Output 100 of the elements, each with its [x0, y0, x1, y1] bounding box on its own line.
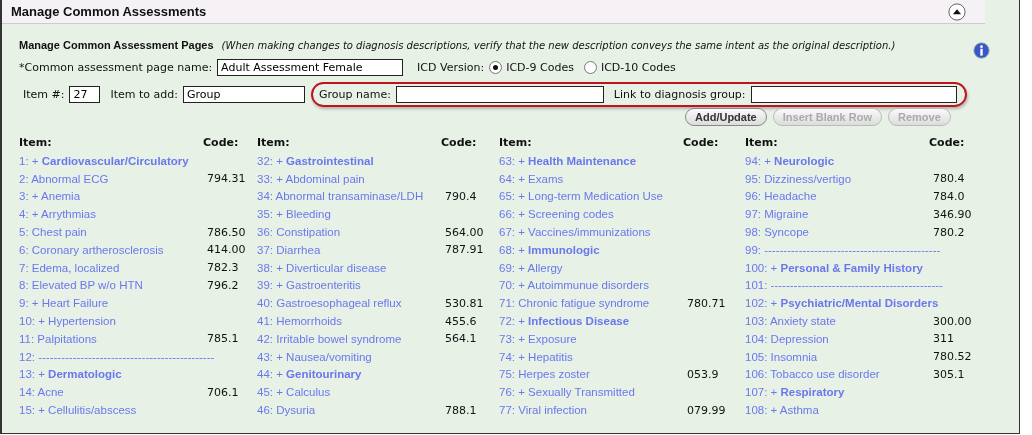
item-link[interactable]: 69: + Allergy: [499, 261, 687, 274]
item-number-field[interactable]: 27: [69, 85, 101, 103]
item-link[interactable]: 15: + Cellulitis/abscess: [19, 404, 207, 417]
info-icon[interactable]: [973, 41, 991, 59]
code-text: 796.2: [207, 278, 239, 292]
radio-button[interactable]: [583, 60, 597, 74]
panel-title: Manage Common Assessments: [11, 4, 207, 19]
item-link[interactable]: 95: Dizziness/vertigo: [745, 172, 933, 185]
link-group-field[interactable]: [750, 85, 957, 103]
item-link[interactable]: 67: + Vaccines/immunizations: [499, 226, 687, 239]
item-link[interactable]: 37: Diarrhea: [257, 243, 445, 256]
code-text: 780.2: [933, 225, 965, 239]
item-link[interactable]: 32: + Gastrointestinal: [257, 154, 445, 167]
item-link[interactable]: 44: + Genitourinary: [257, 368, 445, 381]
item-link[interactable]: 33: + Abdominal pain: [257, 172, 445, 185]
collapse-icon[interactable]: [948, 2, 966, 21]
item-link[interactable]: 103: Anxiety state: [745, 315, 933, 328]
item-link[interactable]: 70: + Autoimmunue disorders: [499, 279, 687, 292]
column-header: Item:: [19, 135, 53, 149]
item-link[interactable]: 63: + Health Maintenance: [499, 154, 687, 167]
radio-button[interactable]: [489, 60, 503, 74]
item-link[interactable]: 64: + Exams: [499, 172, 687, 185]
code-text: 311: [933, 332, 954, 346]
item-link[interactable]: 4: + Arrythmias: [19, 208, 207, 221]
item-link[interactable]: 35: + Bleeding: [257, 208, 445, 221]
item-link[interactable]: 8: Elevated BP w/o HTN: [19, 279, 207, 292]
item-link[interactable]: 65: + Long-term Medication Use: [499, 190, 687, 203]
item-link[interactable]: 45: + Calculus: [257, 386, 445, 399]
item-link[interactable]: 9: + Heart Failure: [19, 297, 207, 310]
item-link[interactable]: 13: + Dermatologic: [19, 368, 207, 381]
column-header: Code:: [203, 135, 239, 149]
column-header: Code:: [441, 135, 477, 149]
code-text: 079.99: [687, 403, 726, 417]
item-link[interactable]: 107: + Respiratory: [745, 386, 933, 399]
item-link[interactable]: 5: Chest pain: [19, 226, 207, 239]
item-link[interactable]: 100: + Personal & Family History: [745, 261, 933, 274]
item-link[interactable]: 10: + Hypertension: [19, 315, 207, 328]
item-link[interactable]: 77: Viral infection: [499, 404, 687, 417]
item-link[interactable]: 99: ----------------------------------------------: [745, 243, 945, 256]
code-text: 564.00: [445, 225, 484, 239]
item-link[interactable]: 1: + Cardiovascular/Circulatory: [19, 154, 207, 167]
code-text: 794.31: [207, 172, 246, 186]
field-label: *Common assessment page name:: [19, 60, 213, 74]
item-link[interactable]: 39: + Gastroenteritis: [257, 279, 445, 292]
page-name-field[interactable]: Adult Assessment Female: [217, 58, 404, 76]
item-link[interactable]: 43: + Nausea/vomiting: [257, 350, 445, 363]
item-link[interactable]: 11: Palpitations: [19, 332, 207, 345]
radio-label: ICD-10 Codes: [600, 60, 676, 74]
group-name-field[interactable]: [395, 85, 604, 103]
item-link[interactable]: 104: Depression: [745, 332, 933, 345]
instruction-note: (When making changes to diagnosis descriptions, verify that the new description conveys the same intent as the original description.): [221, 39, 896, 51]
field-label: Item #:: [23, 87, 65, 101]
item-link[interactable]: 3: + Anemia: [19, 190, 207, 203]
item-link[interactable]: 108: + Asthma: [745, 404, 933, 417]
item-link[interactable]: 75: Herpes zoster: [499, 368, 687, 381]
item-link[interactable]: 98: Syncope: [745, 226, 933, 239]
item-link[interactable]: 68: + Immunologic: [499, 243, 687, 256]
item-link[interactable]: 46: Dysuria: [257, 404, 445, 417]
item-link[interactable]: 96: Headache: [745, 190, 933, 203]
column-header: Item:: [745, 135, 779, 149]
item-link[interactable]: 40: Gastroesophageal reflux: [257, 297, 445, 310]
item-link[interactable]: 102: + Psychiatric/Mental Disorders: [745, 297, 943, 310]
item-link[interactable]: 41: Hemorrhoids: [257, 315, 445, 328]
code-text: 346.90: [933, 207, 972, 221]
code-text: 780.4: [933, 172, 965, 186]
item-link[interactable]: 12: ----------------------------------------------: [19, 350, 219, 363]
item-link[interactable]: 71: Chronic fatigue syndrome: [499, 297, 687, 310]
item-link[interactable]: 42: Irritable bowel syndrome: [257, 332, 445, 345]
item-link[interactable]: 2: Abnormal ECG: [19, 172, 207, 185]
item-link[interactable]: 34: Abnormal transaminase/LDH: [257, 190, 445, 203]
item-link[interactable]: 73: + Exposure: [499, 332, 687, 345]
item-link[interactable]: 76: + Sexually Transmitted: [499, 386, 687, 399]
code-text: 053.9: [687, 367, 719, 381]
column-header: Code:: [929, 135, 965, 149]
code-text: 782.3: [207, 261, 239, 275]
code-text: 790.4: [445, 190, 477, 203]
code-text: 564.1: [445, 332, 477, 346]
item-link[interactable]: 74: + Hepatitis: [499, 350, 687, 363]
code-text: 784.0: [933, 190, 965, 203]
item-link[interactable]: 38: + Diverticular disease: [257, 261, 445, 274]
code-text: 785.1: [207, 332, 239, 346]
item-link[interactable]: 6: Coronary artherosclerosis: [19, 243, 207, 256]
item-link[interactable]: 36: Constipation: [257, 226, 445, 239]
item-link[interactable]: 72: + Infectious Disease: [499, 315, 687, 328]
item-link[interactable]: 14: Acne: [19, 386, 207, 399]
column-header: Code:: [683, 135, 719, 149]
item-link[interactable]: 66: + Screening codes: [499, 208, 687, 221]
item-link[interactable]: 106: Tobacco use disorder: [745, 368, 933, 381]
item-link[interactable]: 101: ---------------------------------------------: [745, 279, 947, 292]
item-link[interactable]: 94: + Neurologic: [745, 154, 933, 167]
item-link[interactable]: 7: Edema, localized: [19, 261, 207, 274]
code-text: 305.1: [933, 367, 965, 381]
field-label: Link to diagnosis group:: [613, 87, 746, 101]
column-header: Item:: [499, 135, 533, 149]
item-link[interactable]: 105: Insomnia: [745, 350, 933, 363]
code-text: 780.52: [933, 350, 972, 364]
action-button[interactable]: Add/Update: [685, 108, 767, 126]
radio-label: ICD-9 Codes: [506, 60, 574, 74]
item-link[interactable]: 97: Migraine: [745, 208, 933, 221]
item-to-add-field[interactable]: Group: [182, 85, 305, 103]
